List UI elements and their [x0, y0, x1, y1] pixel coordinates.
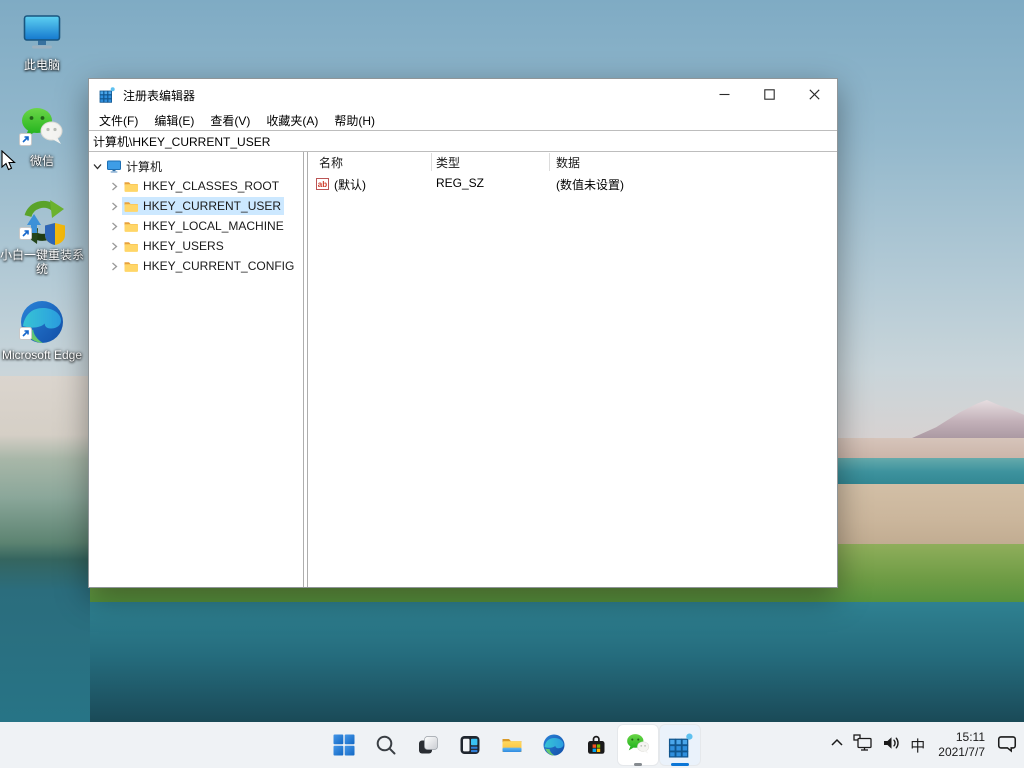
chevron-right-icon[interactable] [106, 241, 122, 252]
tree-item-hkey-users[interactable]: HKEY_USERS [89, 236, 303, 256]
chevron-right-icon[interactable] [106, 201, 122, 212]
widgets-icon [460, 736, 480, 754]
chevron-right-icon[interactable] [106, 261, 122, 272]
tree-item-label: HKEY_LOCAL_MACHINE [143, 219, 284, 233]
registry-editor-icon [668, 732, 693, 758]
search-button[interactable] [366, 725, 406, 765]
desktop-icon-this-pc[interactable]: 此电脑 [0, 8, 84, 72]
folder-icon [123, 198, 139, 214]
column-header-type[interactable]: 类型 [436, 154, 460, 171]
active-app-indicator [671, 763, 689, 766]
reg-sz-icon: ab [316, 177, 330, 194]
shortcut-arrow-icon [19, 327, 32, 345]
tree-item-hkey-classes-root[interactable]: HKEY_CLASSES_ROOT [89, 176, 303, 196]
search-icon [376, 735, 396, 755]
folder-icon [123, 178, 139, 194]
value-name: (默认) [334, 178, 366, 192]
folder-icon [123, 218, 139, 234]
desktop-icon-xiaobai[interactable]: 小白一键重装系统 [0, 198, 84, 276]
desktop-icon-label: 微信 [29, 154, 54, 168]
open-app-indicator [634, 763, 642, 766]
chevron-down-icon[interactable] [89, 161, 105, 172]
tree-item-label: HKEY_CURRENT_CONFIG [143, 259, 295, 273]
store-button[interactable] [576, 725, 616, 765]
registry-editor-taskbar-button[interactable] [660, 725, 700, 766]
window-titlebar[interactable]: 注册表编辑器 [89, 79, 837, 111]
tree-item-computer[interactable]: 计算机 [89, 156, 303, 176]
chevron-right-icon[interactable] [106, 181, 122, 192]
menu-file[interactable]: 文件(F) [91, 112, 146, 129]
desktop-icon-edge[interactable]: Microsoft Edge [0, 298, 84, 362]
xiaobai-reinstall-icon [18, 198, 66, 246]
menu-bar: 文件(F) 编辑(E) 查看(V) 收藏夹(A) 帮助(H) [89, 111, 837, 130]
computer-icon [106, 158, 122, 174]
tray-date: 2021/7/7 [938, 745, 985, 759]
column-header-name[interactable]: 名称 [319, 154, 343, 171]
desktop: 此电脑 微信 小白一键重装系统 Microsoft Edge 注册表编辑器 文件… [0, 0, 1024, 768]
registry-editor-icon [99, 87, 115, 103]
column-header-data[interactable]: 数据 [556, 154, 580, 171]
start-button[interactable] [324, 725, 364, 765]
desktop-icon-wechat[interactable]: 微信 [0, 104, 84, 168]
column-divider[interactable] [549, 153, 550, 171]
address-bar[interactable]: 计算机\HKEY_CURRENT_USER [89, 130, 837, 152]
desktop-icon-label: Microsoft Edge [1, 348, 83, 362]
tray-chevron-up-icon[interactable] [829, 735, 845, 756]
svg-text:ab: ab [318, 180, 327, 189]
wechat-icon [627, 734, 650, 754]
task-view-icon [419, 736, 438, 754]
column-divider[interactable] [431, 153, 432, 171]
file-explorer-button[interactable] [492, 725, 532, 765]
edge-button[interactable] [534, 725, 574, 765]
tree-item-hkey-current-config[interactable]: HKEY_CURRENT_CONFIG [89, 256, 303, 276]
widgets-button[interactable] [450, 725, 490, 765]
desktop-icon-label: 此电脑 [23, 58, 60, 72]
menu-help[interactable]: 帮助(H) [326, 112, 383, 129]
tray-clock[interactable]: 15:11 2021/7/7 [934, 730, 989, 760]
tray-ime-indicator[interactable]: 中 [908, 735, 927, 756]
list-header: 名称 类型 数据 [308, 152, 837, 172]
tree-item-hkey-current-user[interactable]: HKEY_CURRENT_USER [89, 196, 303, 216]
value-data: (数值未设置) [556, 178, 624, 192]
tree-item-label: HKEY_CLASSES_ROOT [143, 179, 280, 193]
value-type: REG_SZ [436, 176, 485, 190]
wallpaper-left-shore [0, 376, 90, 722]
shortcut-arrow-icon [19, 133, 32, 151]
value-row-default[interactable]: ab (默认) REG_SZ (数值未设置) [308, 174, 837, 194]
taskbar: 中 15:11 2021/7/7 [0, 722, 1024, 768]
tree-item-label: HKEY_CURRENT_USER [143, 199, 282, 213]
registry-editor-window: 注册表编辑器 文件(F) 编辑(E) 查看(V) 收藏夹(A) 帮助(H) 计算… [88, 78, 838, 588]
wechat-icon [18, 104, 66, 152]
file-explorer-icon [502, 739, 522, 752]
folder-icon [123, 258, 139, 274]
tray-time: 15:11 [955, 730, 985, 744]
minimize-button[interactable] [702, 79, 747, 110]
wechat-taskbar-button[interactable] [618, 725, 658, 766]
menu-edit[interactable]: 编辑(E) [146, 112, 202, 129]
tray-notification-icon[interactable] [996, 732, 1018, 759]
store-icon [588, 735, 605, 754]
menu-view[interactable]: 查看(V) [202, 112, 258, 129]
edge-icon [543, 734, 565, 756]
this-pc-icon [18, 8, 66, 56]
shortcut-arrow-icon [19, 227, 32, 245]
tree-item-hkey-local-machine[interactable]: HKEY_LOCAL_MACHINE [89, 216, 303, 236]
folder-icon [123, 238, 139, 254]
desktop-icon-label: 小白一键重装系统 [0, 248, 85, 276]
wallpaper-water [0, 602, 1024, 722]
windows-logo-icon [333, 734, 355, 756]
close-button[interactable] [792, 79, 837, 110]
tray-volume-icon[interactable] [881, 733, 901, 758]
task-view-button[interactable] [408, 725, 448, 765]
tree-item-label: 计算机 [126, 159, 163, 174]
registry-tree-pane[interactable]: 计算机 HKEY_CLASSES_ROOT HKEY_CURRENT_USER … [89, 152, 303, 587]
edge-icon [18, 298, 66, 346]
tray-network-icon[interactable] [852, 733, 874, 758]
registry-values-pane[interactable]: 名称 类型 数据 ab (默认) REG_SZ (数值未设置) [308, 152, 837, 587]
chevron-right-icon[interactable] [106, 221, 122, 232]
tree-item-label: HKEY_USERS [143, 239, 224, 253]
menu-favorites[interactable]: 收藏夹(A) [258, 112, 326, 129]
window-title: 注册表编辑器 [123, 88, 196, 103]
maximize-button[interactable] [747, 79, 792, 110]
